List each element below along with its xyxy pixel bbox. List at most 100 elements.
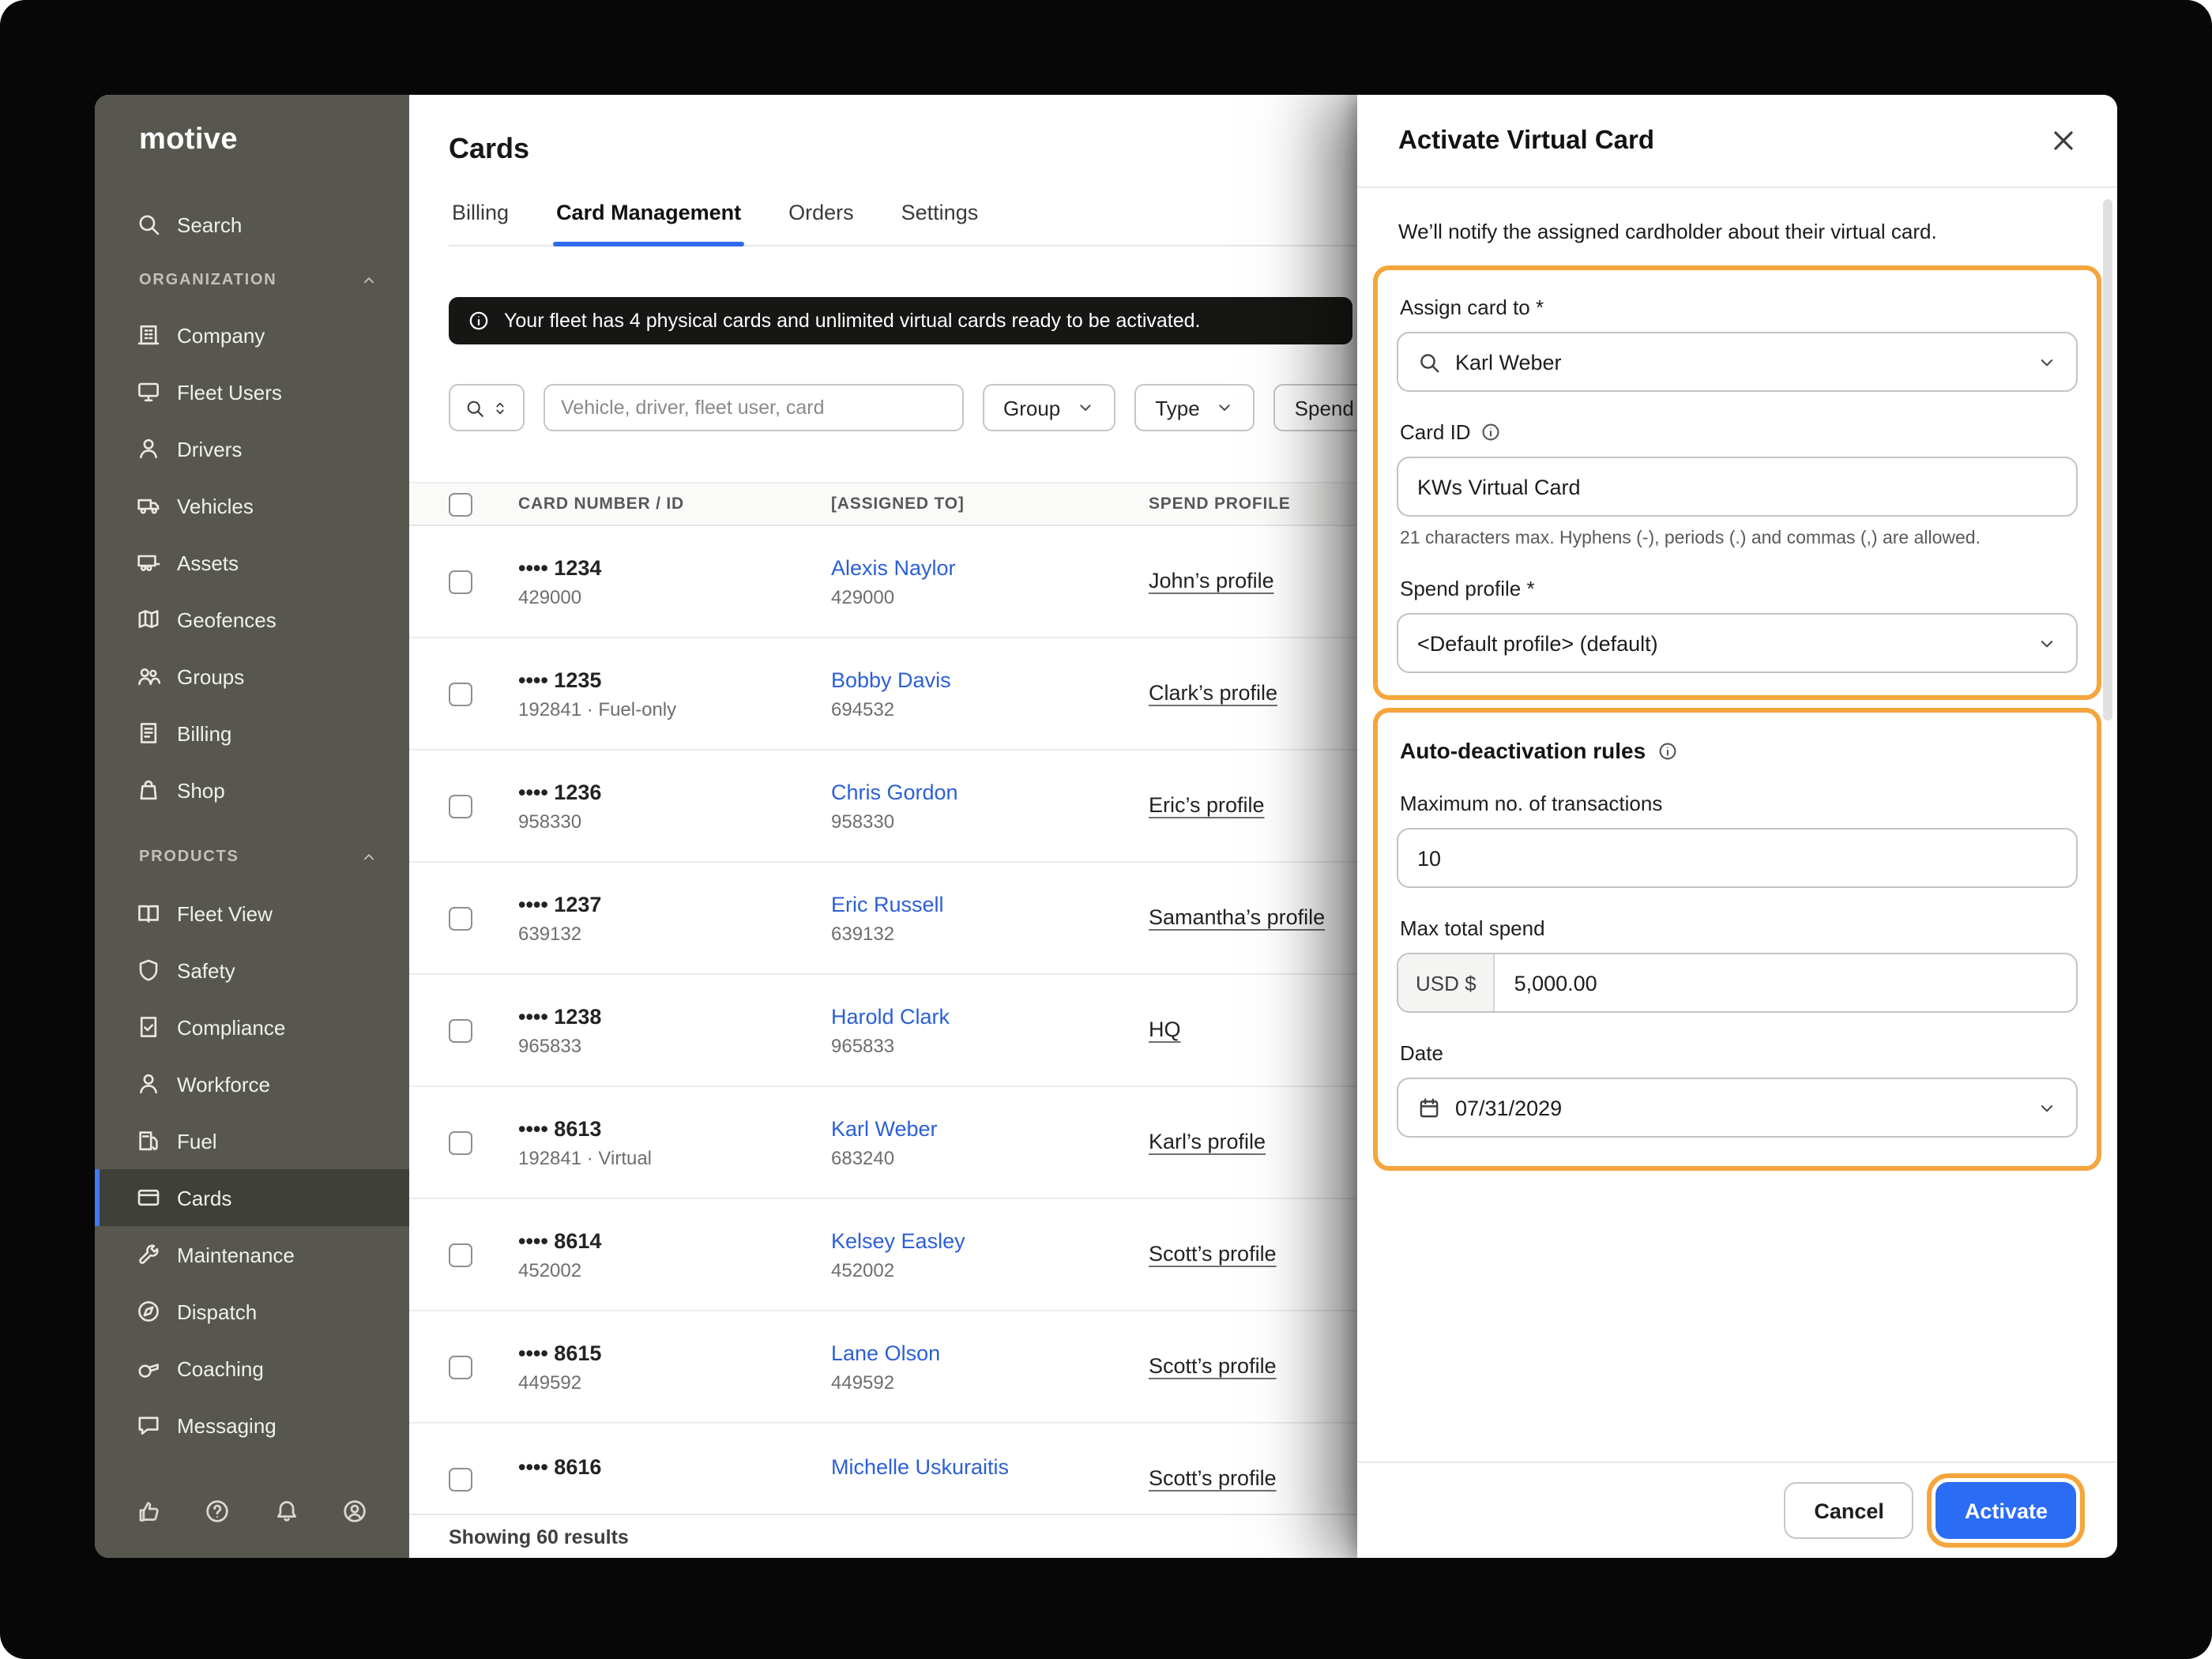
scrollbar-thumb[interactable] (2103, 199, 2112, 720)
sidebar-item-cards[interactable]: Cards (95, 1169, 409, 1226)
chevron-down-icon (1216, 398, 1235, 417)
sidebar-item-messaging[interactable]: Messaging (95, 1397, 409, 1454)
spend-profile-link[interactable]: Clark’s profile (1149, 681, 1277, 705)
sidebar-item-safety[interactable]: Safety (95, 942, 409, 999)
assigned-id-sub: 965833 (831, 1034, 1149, 1056)
assigned-to-link[interactable]: Lane Olson (831, 1341, 1149, 1364)
card-number: •••• 1236 (518, 780, 831, 803)
assign-card-label: Assign card to * (1400, 295, 2078, 319)
bell-icon[interactable] (273, 1497, 299, 1524)
thumbs-up-icon[interactable] (136, 1497, 163, 1524)
row-checkbox[interactable] (449, 794, 472, 818)
column-header-spend-profile: SPEND PROFILE (1149, 495, 1357, 514)
assigned-to-link[interactable]: Kelsey Easley (831, 1228, 1149, 1252)
sidebar-item-shop[interactable]: Shop (95, 762, 409, 818)
assigned-to-link[interactable]: Karl Weber (831, 1116, 1149, 1140)
modal-footer: Cancel Activate (1357, 1462, 2117, 1558)
row-checkbox[interactable] (449, 1355, 472, 1379)
tab-billing[interactable]: Billing (449, 182, 512, 245)
spend-profile-select[interactable]: <Default profile> (default) (1397, 613, 2078, 673)
row-checkbox[interactable] (449, 570, 472, 593)
assigned-to-link[interactable]: Eric Russell (831, 892, 1149, 916)
card-number: •••• 1234 (518, 555, 831, 579)
sidebar-item-label: Compliance (177, 1015, 285, 1039)
sidebar-item-maintenance[interactable]: Maintenance (95, 1226, 409, 1283)
spend-profile-link[interactable]: John’s profile (1149, 569, 1274, 592)
sidebar-item-label: Search (177, 213, 242, 236)
table-body: •••• 1234 429000 Alexis Naylor 429000 Jo… (409, 526, 1357, 1536)
sidebar-item-label: Company (177, 323, 265, 347)
sidebar-item-company[interactable]: Company (95, 307, 409, 363)
tab-settings[interactable]: Settings (898, 182, 982, 245)
date-select[interactable]: 07/31/2029 (1397, 1078, 2078, 1138)
row-checkbox[interactable] (449, 906, 472, 930)
close-icon[interactable] (2048, 125, 2079, 156)
spend-profile-link[interactable]: HQ (1149, 1018, 1181, 1041)
row-checkbox[interactable] (449, 682, 472, 705)
search-icon (465, 397, 485, 418)
search-scope-button[interactable] (449, 384, 525, 431)
sidebar-item-compliance[interactable]: Compliance (95, 999, 409, 1055)
filter-type-dropdown[interactable]: Type (1134, 384, 1255, 431)
sidebar-item-label: Workforce (177, 1072, 270, 1096)
cancel-button[interactable]: Cancel (1784, 1482, 1914, 1539)
building-icon (136, 322, 161, 348)
assigned-to-link[interactable]: Alexis Naylor (831, 555, 1149, 579)
max-spend-input[interactable]: USD $ 5,000.00 (1397, 953, 2078, 1013)
help-icon[interactable] (205, 1497, 231, 1524)
filter-label: Group (1003, 396, 1060, 419)
card-id-sub: 449592 (518, 1371, 831, 1393)
assigned-id-sub: 452002 (831, 1258, 1149, 1281)
account-icon[interactable] (341, 1497, 368, 1524)
sidebar-item-workforce[interactable]: Workforce (95, 1055, 409, 1112)
row-checkbox[interactable] (449, 1130, 472, 1154)
compass-icon (136, 1299, 161, 1324)
assigned-to-link[interactable]: Bobby Davis (831, 668, 1149, 691)
page-title: Cards (449, 133, 1357, 166)
sidebar-sections: ORGANIZATION Company Fleet Users Drivers… (95, 253, 409, 1454)
assigned-to-link[interactable]: Michelle Uskuraitis (831, 1454, 1149, 1478)
sidebar-item-drivers[interactable]: Drivers (95, 420, 409, 477)
sidebar-item-assets[interactable]: Assets (95, 534, 409, 591)
sidebar-item-billing[interactable]: Billing (95, 705, 409, 762)
activate-button[interactable]: Activate (1936, 1482, 2076, 1539)
assigned-to-link[interactable]: Chris Gordon (831, 780, 1149, 803)
sidebar-item-label: Cards (177, 1186, 231, 1209)
sidebar-item-groups[interactable]: Groups (95, 648, 409, 705)
sidebar-item-fleet-users[interactable]: Fleet Users (95, 363, 409, 420)
select-all-checkbox[interactable] (449, 492, 472, 516)
chevron-down-icon (2037, 633, 2057, 653)
stage: motive Search ORGANIZATION Company Fleet… (0, 0, 2212, 1659)
assigned-to-link[interactable]: Harold Clark (831, 1004, 1149, 1028)
row-checkbox[interactable] (449, 1018, 472, 1042)
card-number: •••• 8614 (518, 1228, 831, 1252)
search-input[interactable] (544, 384, 964, 431)
row-checkbox[interactable] (449, 1467, 472, 1491)
tab-orders[interactable]: Orders (785, 182, 857, 245)
sidebar-section-header[interactable]: ORGANIZATION (95, 253, 409, 307)
sidebar-item-search[interactable]: Search (95, 196, 409, 253)
assign-card-select[interactable]: Karl Weber (1397, 332, 2078, 392)
sidebar-item-geofences[interactable]: Geofences (95, 591, 409, 648)
sidebar-item-label: Maintenance (177, 1243, 295, 1266)
sidebar-item-fleet-view[interactable]: Fleet View (95, 885, 409, 942)
spend-profile-link[interactable]: Scott’s profile (1149, 1466, 1277, 1490)
filter-group-dropdown[interactable]: Group (983, 384, 1115, 431)
sidebar-section: PRODUCTS Fleet View Safety Compliance Wo… (95, 818, 409, 1454)
search-icon (1417, 350, 1441, 374)
spend-profile-link[interactable]: Karl’s profile (1149, 1130, 1266, 1153)
sidebar-item-vehicles[interactable]: Vehicles (95, 477, 409, 534)
tab-card-management[interactable]: Card Management (553, 182, 744, 245)
spend-profile-link[interactable]: Samantha’s profile (1149, 905, 1325, 929)
sidebar-item-dispatch[interactable]: Dispatch (95, 1283, 409, 1340)
spend-profile-link[interactable]: Scott’s profile (1149, 1242, 1277, 1266)
card-id-input[interactable]: KWs Virtual Card (1397, 457, 2078, 517)
max-transactions-input[interactable]: 10 (1397, 828, 2078, 888)
spend-profile-link[interactable]: Eric’s profile (1149, 793, 1265, 817)
doc-check-icon (136, 1014, 161, 1040)
row-checkbox[interactable] (449, 1243, 472, 1266)
spend-profile-link[interactable]: Scott’s profile (1149, 1354, 1277, 1378)
sidebar-item-fuel[interactable]: Fuel (95, 1112, 409, 1169)
sidebar-item-coaching[interactable]: Coaching (95, 1340, 409, 1397)
sidebar-section-header[interactable]: PRODUCTS (95, 818, 409, 885)
